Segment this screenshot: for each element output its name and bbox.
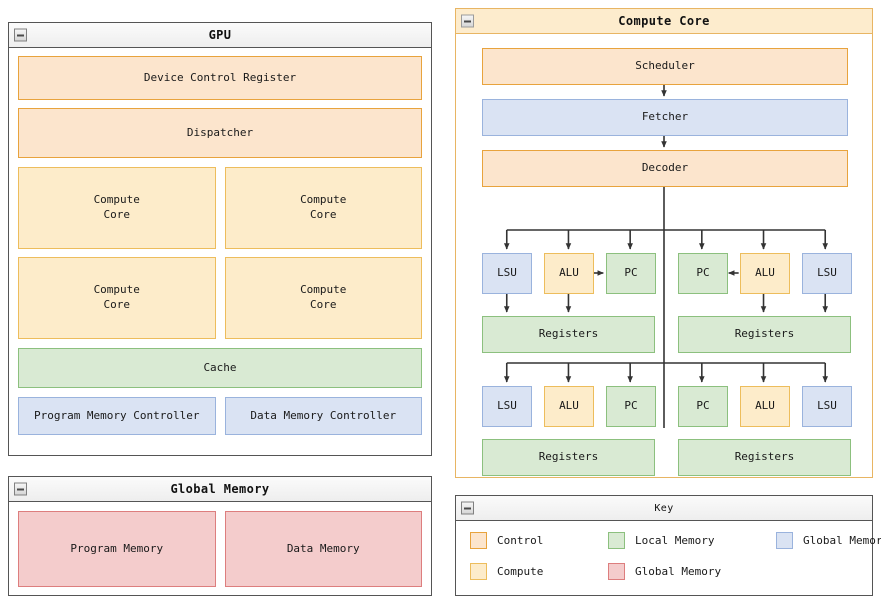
registers-block[interactable]: Registers	[678, 316, 851, 353]
data-memory-controller-block[interactable]: Data Memory Controller	[224, 397, 422, 435]
legend-swatch-compute	[470, 563, 487, 580]
legend-item-control: Control	[470, 532, 608, 549]
device-control-register-block[interactable]: Device Control Register	[18, 56, 422, 100]
program-memory-block[interactable]: Program Memory	[18, 511, 216, 587]
pc-block[interactable]: PC	[678, 386, 728, 427]
key-panel-title-label: Key	[654, 502, 674, 514]
global-memory-panel-title-label: Global Memory	[170, 482, 270, 496]
global-memory-panel: Global Memory Program Memory Data Memory	[8, 476, 432, 596]
legend-swatch-global-memory-access	[776, 532, 793, 549]
dispatcher-block[interactable]: Dispatcher	[18, 108, 422, 158]
lsu-block[interactable]: LSU	[802, 386, 852, 427]
lsu-block[interactable]: LSU	[802, 253, 852, 294]
legend-item-local-memory: Local Memory	[608, 532, 776, 549]
gpu-panel-title-label: GPU	[208, 28, 232, 42]
key-legend-grid: Control Local Memory Global Memory Acces…	[470, 532, 881, 580]
compute-core-row-1: Compute Core Compute Core	[18, 167, 422, 249]
compute-core-block[interactable]: Compute Core	[18, 167, 216, 249]
alu-block[interactable]: ALU	[740, 386, 790, 427]
pc-block[interactable]: PC	[606, 386, 656, 427]
legend-label-global-memory: Global Memory	[635, 565, 722, 578]
alu-block[interactable]: ALU	[740, 253, 790, 294]
global-memory-panel-title: Global Memory	[9, 477, 431, 502]
pc-block[interactable]: PC	[678, 253, 728, 294]
lsu-block[interactable]: LSU	[482, 386, 532, 427]
compute-core-panel: Compute Core Scheduler Fetcher Decoder L…	[455, 8, 873, 478]
legend-item-global-memory-access: Global Memory Access	[776, 532, 881, 549]
gpu-panel: GPU Device Control Register Dispatcher C…	[8, 22, 432, 456]
legend-label-local-memory: Local Memory	[635, 534, 715, 547]
legend-label-compute: Compute	[497, 565, 544, 578]
gpu-panel-title: GPU	[9, 23, 431, 48]
key-panel: Key Control Local Memory Global Memory A…	[455, 495, 881, 596]
key-panel-body: Control Local Memory Global Memory Acces…	[456, 521, 881, 588]
key-panel-title: Key	[456, 496, 872, 521]
legend-swatch-control	[470, 532, 487, 549]
alu-block[interactable]: ALU	[544, 386, 594, 427]
legend-swatch-local-memory	[608, 532, 625, 549]
compute-core-block[interactable]: Compute Core	[18, 257, 216, 339]
global-memory-row: Program Memory Data Memory	[18, 511, 422, 587]
legend-item-compute: Compute	[470, 563, 608, 580]
compute-core-row-2: Compute Core Compute Core	[18, 257, 422, 339]
compute-core-block[interactable]: Compute Core	[224, 257, 422, 339]
compute-core-panel-title: Compute Core	[456, 9, 872, 34]
registers-block[interactable]: Registers	[482, 439, 655, 476]
global-memory-panel-body: Program Memory Data Memory	[9, 502, 431, 595]
alu-block[interactable]: ALU	[544, 253, 594, 294]
legend-label-control: Control	[497, 534, 544, 547]
pc-block[interactable]: PC	[606, 253, 656, 294]
gpu-panel-body: Device Control Register Dispatcher Compu…	[9, 48, 431, 455]
program-memory-controller-block[interactable]: Program Memory Controller	[18, 397, 216, 435]
registers-block[interactable]: Registers	[482, 316, 655, 353]
decoder-block[interactable]: Decoder	[482, 150, 848, 187]
data-memory-block[interactable]: Data Memory	[224, 511, 422, 587]
lsu-block[interactable]: LSU	[482, 253, 532, 294]
legend-swatch-global-memory	[608, 563, 625, 580]
compute-core-panel-body: Scheduler Fetcher Decoder LSU ALU PC PC …	[456, 34, 872, 477]
legend-label-global-memory-access: Global Memory Access	[803, 534, 881, 547]
cache-block[interactable]: Cache	[18, 348, 422, 388]
collapse-minus-icon[interactable]	[14, 482, 27, 496]
legend-item-global-memory: Global Memory	[608, 563, 776, 580]
collapse-minus-icon[interactable]	[461, 501, 474, 515]
scheduler-block[interactable]: Scheduler	[482, 48, 848, 85]
memory-controller-row: Program Memory Controller Data Memory Co…	[18, 397, 422, 435]
registers-block[interactable]: Registers	[678, 439, 851, 476]
collapse-minus-icon[interactable]	[14, 28, 27, 42]
fetcher-block[interactable]: Fetcher	[482, 99, 848, 136]
compute-core-block[interactable]: Compute Core	[224, 167, 422, 249]
compute-core-panel-title-label: Compute Core	[618, 14, 710, 28]
collapse-minus-icon[interactable]	[461, 14, 474, 28]
